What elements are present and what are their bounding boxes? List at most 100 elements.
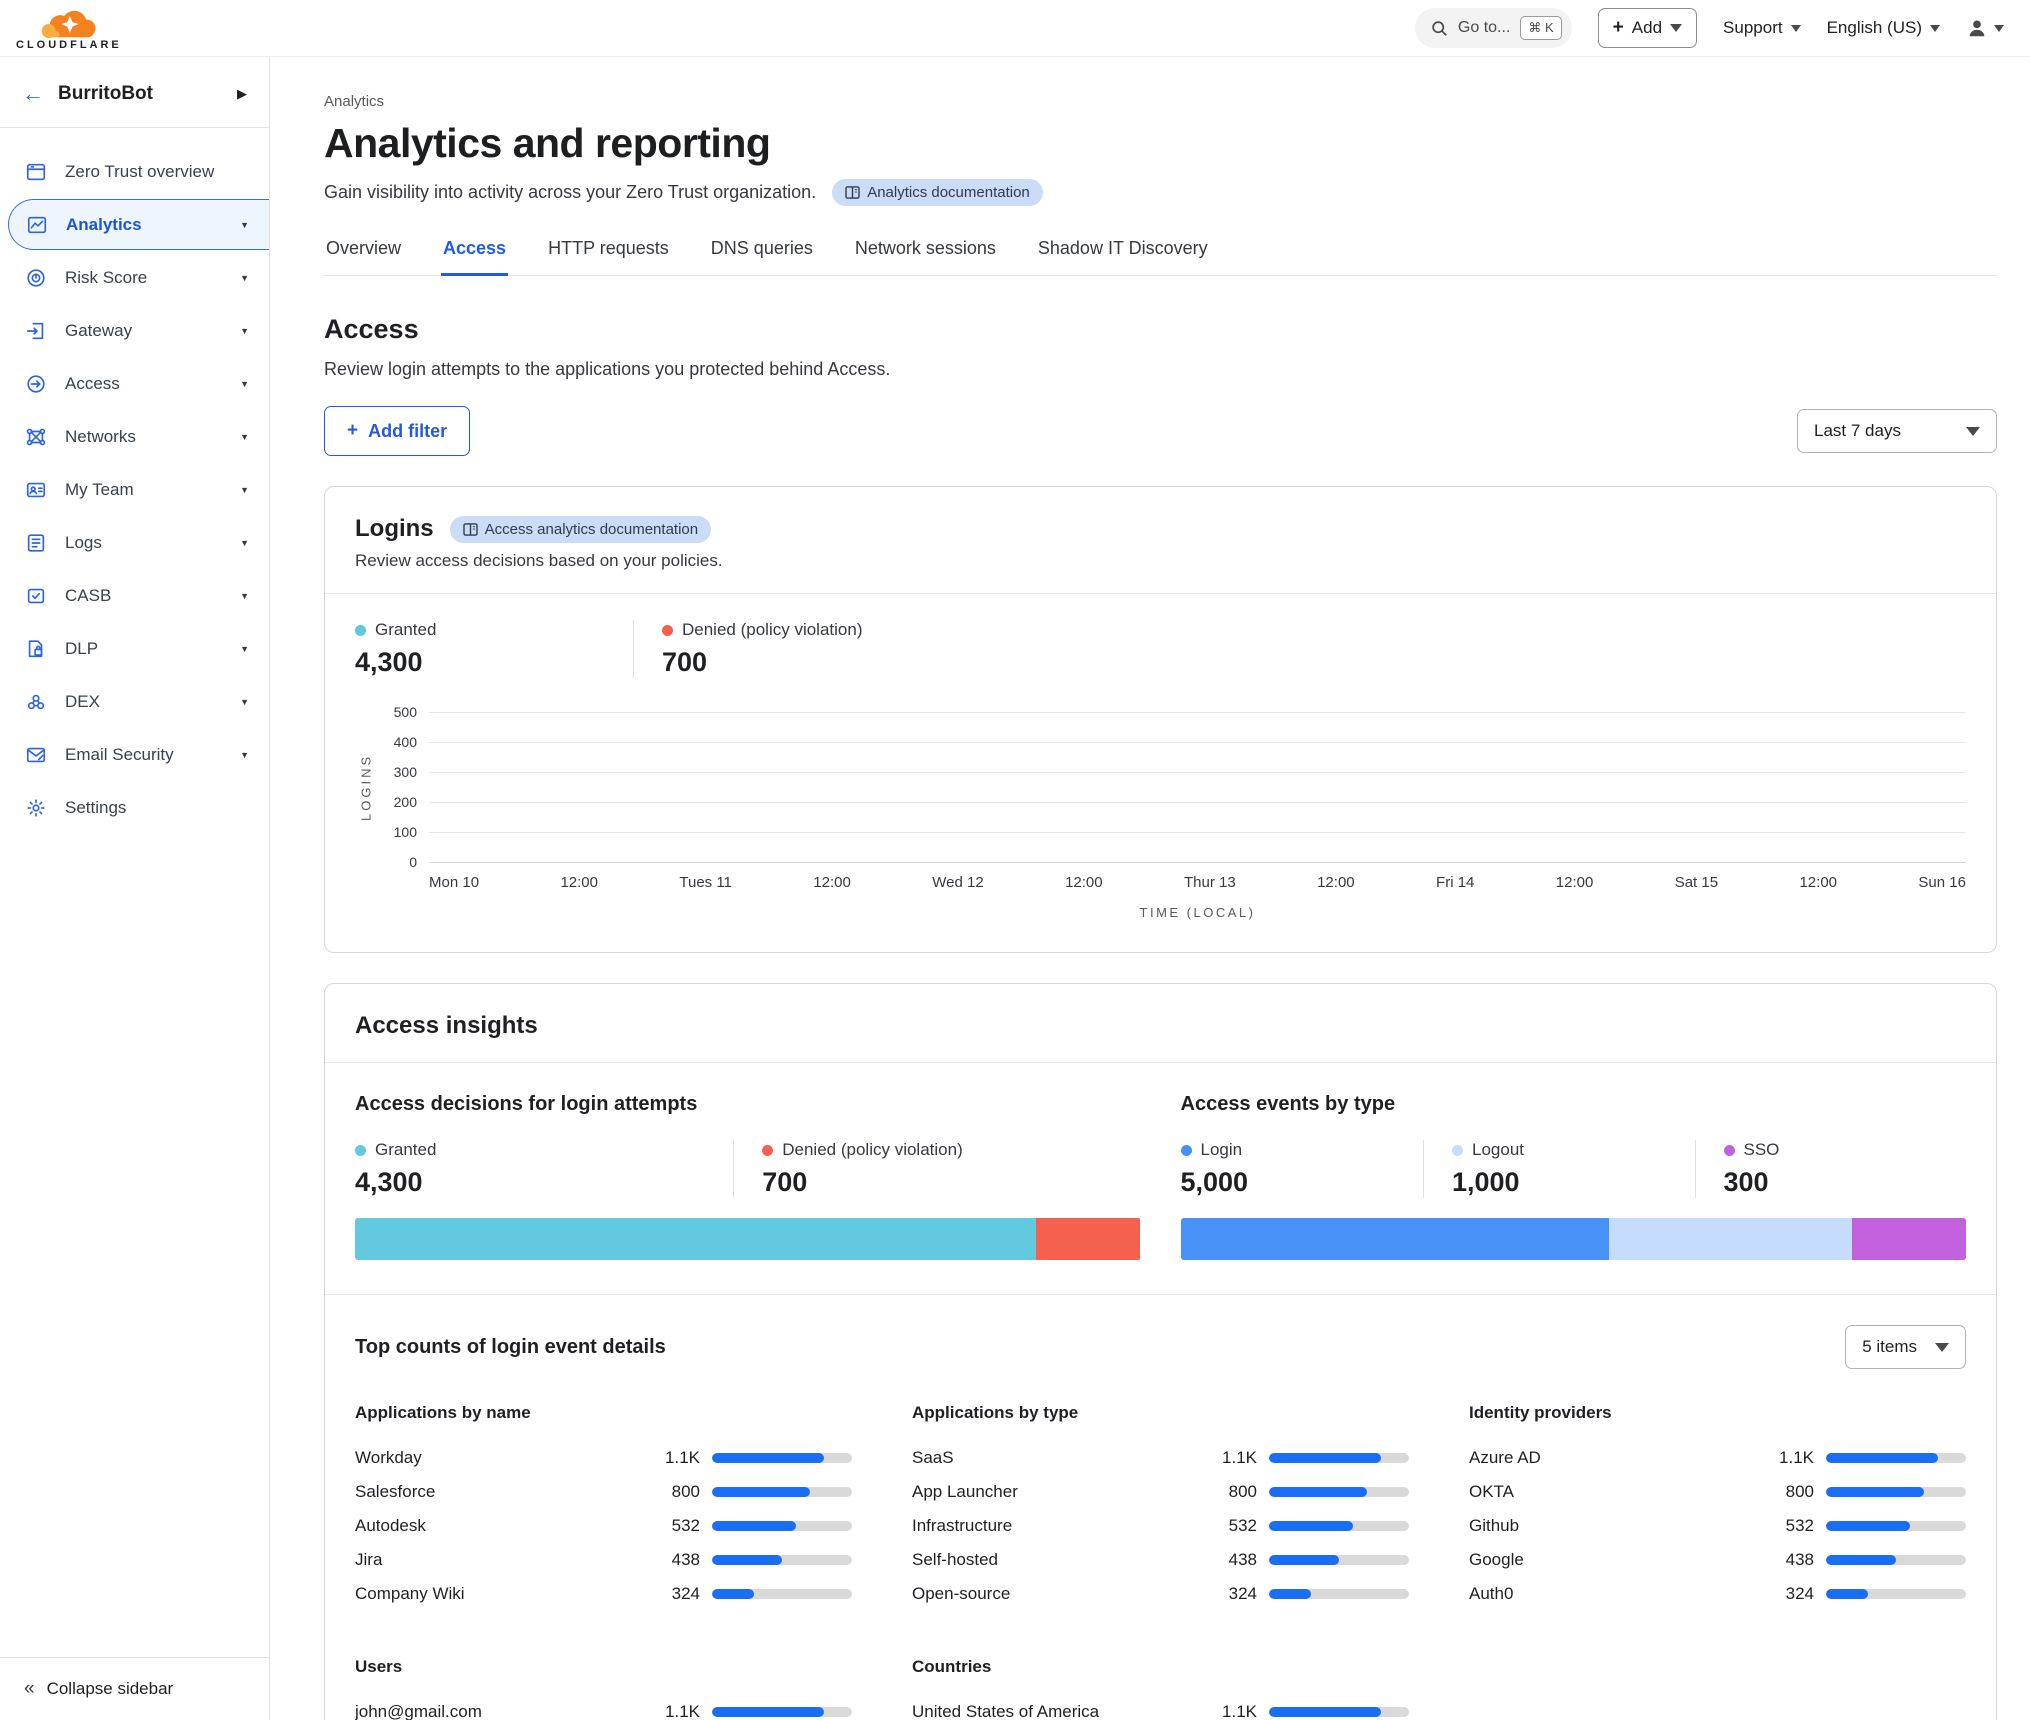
row-value: 324 [642, 1584, 700, 1604]
global-search[interactable]: Go to... ⌘ K [1415, 8, 1572, 48]
row-progress-fill [1826, 1487, 1924, 1497]
table-row[interactable]: SaaS1.1K [912, 1441, 1409, 1475]
sidebar-item-dex[interactable]: DEX▼ [0, 676, 269, 727]
sidebar-item-casb[interactable]: CASB▼ [0, 570, 269, 621]
collapse-sidebar-button[interactable]: « Collapse sidebar [0, 1657, 269, 1720]
add-filter-button[interactable]: + Add filter [324, 406, 470, 456]
logins-card-title: Logins [355, 515, 434, 543]
sidebar-item-label: Zero Trust overview [65, 162, 249, 182]
row-value: 324 [1756, 1584, 1814, 1604]
table-row[interactable]: App Launcher800 [912, 1475, 1409, 1509]
team-switcher[interactable]: ← BurritoBot ▶ [0, 71, 269, 128]
table-row[interactable]: Open-source324 [912, 1577, 1409, 1611]
language-menu[interactable]: English (US) [1827, 18, 1940, 38]
table-row[interactable]: Google438 [1469, 1543, 1966, 1577]
row-value: 438 [642, 1550, 700, 1570]
sidebar-item-access[interactable]: Access▼ [0, 358, 269, 409]
access-events-title: Access events by type [1181, 1093, 1967, 1116]
bar-segment-granted [355, 1218, 1036, 1260]
table-row[interactable]: Autodesk532 [355, 1509, 852, 1543]
table-row[interactable]: Auth0324 [1469, 1577, 1966, 1611]
sidebar-item-logs[interactable]: Logs▼ [0, 517, 269, 568]
legend-granted: Granted4,300 [355, 1140, 733, 1198]
account-menu[interactable] [1966, 17, 2004, 39]
sidebar-item-zero-trust-overview[interactable]: Zero Trust overview [0, 146, 269, 197]
row-value: 1.1K [1756, 1448, 1814, 1468]
sidebar-item-email-security[interactable]: Email Security▼ [0, 729, 269, 780]
chevron-down-icon: ▼ [240, 750, 249, 760]
cloudflare-logo: CLOUDFLARE [16, 9, 122, 51]
analytics-icon [25, 213, 49, 237]
logins-card-description: Review access decisions based on your po… [355, 551, 1966, 571]
chevron-down-icon: ▼ [240, 485, 249, 495]
add-filter-label: Add filter [368, 421, 447, 442]
y-tick-label: 300 [377, 764, 417, 780]
row-progress-track [1826, 1589, 1966, 1599]
sidebar-item-dlp[interactable]: DLP▼ [0, 623, 269, 674]
table-row[interactable]: Workday1.1K [355, 1441, 852, 1475]
add-button[interactable]: + Add [1598, 8, 1697, 48]
book-icon [845, 186, 860, 199]
sidebar-item-label: Risk Score [65, 268, 223, 288]
items-count-select[interactable]: 5 items [1845, 1325, 1966, 1369]
sidebar-item-label: DLP [65, 639, 223, 659]
chevron-down-icon [1930, 25, 1940, 32]
table-row[interactable]: OKTA800 [1469, 1475, 1966, 1509]
sidebar-item-risk-score[interactable]: Risk Score▼ [0, 252, 269, 303]
row-label: United States of America [912, 1702, 1199, 1720]
time-range-select[interactable]: Last 7 days [1797, 409, 1997, 453]
granted-value: 4,300 [355, 647, 603, 678]
topbar-actions: Go to... ⌘ K + Add Support English (US) [1415, 8, 2004, 48]
support-menu[interactable]: Support [1723, 18, 1801, 38]
back-arrow-icon[interactable]: ← [22, 81, 44, 107]
tab-overview[interactable]: Overview [324, 238, 403, 275]
row-value: 532 [1199, 1516, 1257, 1536]
row-progress-track [712, 1707, 852, 1717]
table-row[interactable]: Github532 [1469, 1509, 1966, 1543]
sidebar-item-my-team[interactable]: My Team▼ [0, 464, 269, 515]
main-content: Analytics Analytics and reporting Gain v… [270, 57, 2030, 1720]
items-count-value: 5 items [1862, 1337, 1917, 1357]
expand-right-icon[interactable]: ▶ [237, 86, 247, 102]
table-row[interactable]: Azure AD1.1K [1469, 1441, 1966, 1475]
x-tick-label: Tues 11 [679, 874, 732, 891]
row-progress-fill [1269, 1453, 1381, 1463]
x-tick-label: Wed 12 [932, 874, 983, 891]
sidebar-item-analytics[interactable]: Analytics▼ [8, 199, 269, 250]
dex-icon [24, 690, 48, 714]
sidebar-item-gateway[interactable]: Gateway▼ [0, 305, 269, 356]
top-counts-title: Top counts of login event details [355, 1336, 666, 1359]
tab-shadow-it-discovery[interactable]: Shadow IT Discovery [1036, 238, 1210, 275]
tab-access[interactable]: Access [441, 238, 508, 276]
sidebar-item-settings[interactable]: Settings [0, 782, 269, 833]
row-label: Company Wiki [355, 1584, 642, 1604]
tab-dns-queries[interactable]: DNS queries [709, 238, 815, 275]
table-row[interactable]: United States of America1.1K [912, 1695, 1409, 1720]
row-progress-track [712, 1589, 852, 1599]
tab-network-sessions[interactable]: Network sessions [853, 238, 998, 275]
access-analytics-documentation-badge[interactable]: Access analytics documentation [450, 516, 711, 543]
table-row[interactable]: john@gmail.com1.1K [355, 1695, 852, 1720]
tab-http-requests[interactable]: HTTP requests [546, 238, 671, 275]
gridline [429, 862, 1966, 863]
table-title: Users [355, 1657, 852, 1677]
cloudflare-cloud-icon [32, 9, 106, 39]
row-label: SaaS [912, 1448, 1199, 1468]
row-label: Azure AD [1469, 1448, 1756, 1468]
collapse-sidebar-label: Collapse sidebar [47, 1679, 174, 1699]
sidebar-nav: Zero Trust overviewAnalytics▼Risk Score▼… [0, 146, 269, 833]
table-row[interactable]: Jira438 [355, 1543, 852, 1577]
granted-label: Granted [375, 620, 436, 640]
chevron-down-icon: ▼ [240, 220, 249, 230]
table-row[interactable]: Company Wiki324 [355, 1577, 852, 1611]
table-row[interactable]: Self-hosted438 [912, 1543, 1409, 1577]
search-icon [1431, 20, 1448, 37]
sidebar-item-label: Logs [65, 533, 223, 553]
analytics-documentation-badge[interactable]: Analytics documentation [832, 179, 1043, 206]
table-row[interactable]: Salesforce800 [355, 1475, 852, 1509]
legend-dot-icon [355, 1145, 366, 1156]
table-row[interactable]: Infrastructure532 [912, 1509, 1409, 1543]
row-progress-fill [1826, 1589, 1868, 1599]
legend-label: SSO [1744, 1140, 1780, 1160]
sidebar-item-networks[interactable]: Networks▼ [0, 411, 269, 462]
